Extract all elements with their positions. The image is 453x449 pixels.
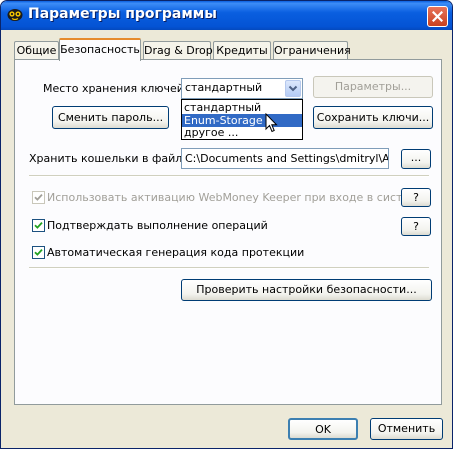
dropdown-arrow[interactable] <box>285 80 301 97</box>
window-title: Параметры программы <box>28 6 217 22</box>
check-security-settings-button[interactable]: Проверить настройки безопасности... <box>181 279 432 301</box>
wallet-file-label: Хранить кошельки в файле: <box>29 152 193 165</box>
checkmark-icon <box>34 193 43 201</box>
key-storage-dropdown: стандартный Enum-Storage другое ... <box>181 99 303 140</box>
tab-security[interactable]: Безопасность <box>59 38 141 61</box>
help-button[interactable]: ? <box>401 217 431 236</box>
tab-general[interactable]: Общие <box>14 41 59 60</box>
save-keys-button[interactable]: Сохранить ключи... <box>313 106 433 129</box>
separator <box>29 175 429 177</box>
confirm-operations-checkbox[interactable] <box>32 219 45 232</box>
help-button[interactable]: ? <box>401 188 431 207</box>
wallet-file-path: C:\Documents and Settings\dmitryl\Applic… <box>185 152 389 165</box>
close-icon <box>432 11 443 22</box>
separator <box>29 267 429 269</box>
key-storage-value: стандартный <box>185 81 263 94</box>
keeper-activation-label: Использовать активацию WebMoney Keeper п… <box>47 191 424 204</box>
cancel-button[interactable]: Отменить <box>370 418 443 440</box>
ok-button[interactable]: OK <box>288 418 358 440</box>
confirm-operations-label: Подтверждать выполнение операций <box>47 219 268 232</box>
key-storage-label: Место хранения ключей: <box>43 82 188 95</box>
title-bar[interactable]: Параметры программы <box>1 1 452 30</box>
wallet-file-field[interactable]: C:\Documents and Settings\dmitryl\Applic… <box>181 148 389 169</box>
mouse-pointer-icon <box>265 113 278 133</box>
option-other[interactable]: другое ... <box>182 126 302 139</box>
keeper-activation-checkbox[interactable] <box>32 191 45 204</box>
chevron-down-icon <box>288 85 298 92</box>
tab-drag-drop[interactable]: Drag & Drop <box>143 41 213 60</box>
browse-button[interactable]: ... <box>401 149 431 169</box>
key-storage-select[interactable]: стандартный <box>181 78 303 99</box>
tab-limits[interactable]: Ограничения <box>273 41 351 60</box>
protection-code-checkbox[interactable] <box>32 246 45 259</box>
tab-credits[interactable]: Кредиты <box>213 41 271 60</box>
storage-params-button[interactable]: Параметры... <box>313 76 433 98</box>
webmoney-keeper-icon <box>7 9 23 21</box>
security-tab-panel: Место хранения ключей: стандартный Парам… <box>14 59 442 405</box>
close-button[interactable] <box>427 6 448 27</box>
protection-code-label: Автоматическая генерация кода протекции <box>47 246 305 259</box>
option-standard[interactable]: стандартный <box>182 101 302 114</box>
change-password-button[interactable]: Сменить пароль... <box>52 106 169 129</box>
settings-dialog: Параметры программы Общие Безопасность D… <box>0 0 453 449</box>
checkmark-icon <box>34 221 43 229</box>
checkmark-icon <box>34 248 43 256</box>
